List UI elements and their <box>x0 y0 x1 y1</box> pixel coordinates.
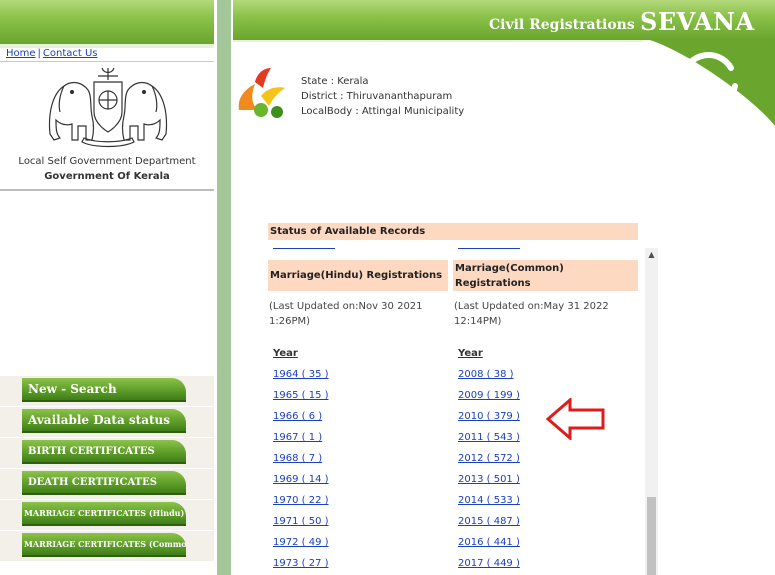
menu-item: BIRTH CERTIFICATES <box>0 438 214 469</box>
common-last-updated: (Last Updated on:May 31 2022 12:14PM) <box>453 299 638 329</box>
government-name: Government Of Kerala <box>44 171 170 182</box>
last-updated-text: (Last Updated on:Nov 30 2021 <box>269 301 423 312</box>
state-label: State : Kerala <box>301 76 369 87</box>
year-link[interactable]: 1965 ( 15 ) <box>273 390 448 411</box>
year-link[interactable]: 2015 ( 487 ) <box>458 516 638 537</box>
section-title: Civil Registrations <box>489 17 635 33</box>
year-link[interactable]: 1964 ( 35 ) <box>273 369 448 390</box>
common-title-line: Marriage(Common) <box>455 262 564 274</box>
menu-item: New - Search <box>0 376 214 407</box>
divider-line <box>0 61 214 62</box>
common-title-line: Registrations <box>455 277 531 289</box>
divider-line <box>0 189 214 191</box>
year-link[interactable]: 1970 ( 22 ) <box>273 495 448 516</box>
common-column-title: Marriage(Common) Registrations <box>453 260 638 291</box>
link-separator: | <box>37 48 41 59</box>
records-scrollbar[interactable]: ▲ <box>645 248 658 575</box>
year-link[interactable]: 2016 ( 441 ) <box>458 537 638 558</box>
marriage-certificates-common-button[interactable]: MARRIAGE CERTIFICATES (Common) <box>22 533 186 557</box>
status-of-available-records-header: Status of Available Records <box>268 223 638 240</box>
year-link[interactable]: 1967 ( 1 ) <box>273 432 448 453</box>
top-links: Home | Contact Us <box>6 48 98 59</box>
header-strip <box>233 40 643 42</box>
scrolled-link[interactable] <box>458 240 520 249</box>
scrollbar-thumb[interactable] <box>647 497 656 575</box>
side-menu: New - Search Available Data status BIRTH… <box>0 376 214 562</box>
year-link[interactable]: 1966 ( 6 ) <box>273 411 448 432</box>
contact-us-link[interactable]: Contact Us <box>43 48 98 59</box>
year-link[interactable]: 1969 ( 14 ) <box>273 474 448 495</box>
hindu-last-updated: (Last Updated on:Nov 30 2021 1:26PM) <box>268 299 448 329</box>
left-arrow-icon <box>546 398 605 440</box>
year-link[interactable]: 2014 ( 533 ) <box>458 495 638 516</box>
available-data-status-button[interactable]: Available Data status <box>22 409 186 433</box>
new-search-button[interactable]: New - Search <box>22 378 186 402</box>
year-link[interactable]: 2012 ( 572 ) <box>458 453 638 474</box>
death-certificates-button[interactable]: DEATH CERTIFICATES <box>22 471 186 495</box>
left-header-bar <box>0 0 214 44</box>
scrolled-link[interactable] <box>273 240 335 249</box>
year-link[interactable]: 1973 ( 27 ) <box>273 558 448 575</box>
last-updated-time: 12:14PM) <box>454 316 502 327</box>
hindu-column-title: Marriage(Hindu) Registrations <box>268 260 448 291</box>
menu-item: MARRIAGE CERTIFICATES (Hindu) <box>0 500 214 531</box>
year-column-header: Year <box>458 348 483 359</box>
lsgd-logo-icon <box>238 68 285 118</box>
district-label: District : Thiruvananthapuram <box>301 91 453 102</box>
year-column-header: Year <box>273 348 298 359</box>
local-body-label: LocalBody : Attingal Municipality <box>301 106 465 117</box>
year-link[interactable]: 1968 ( 7 ) <box>273 453 448 474</box>
menu-item: Available Data status <box>0 407 214 438</box>
last-updated-text: (Last Updated on:May 31 2022 <box>454 301 609 312</box>
sevana-brand: SEVANA <box>640 7 755 36</box>
last-updated-time: 1:26PM) <box>269 316 311 327</box>
vertical-divider <box>217 0 231 575</box>
menu-item: DEATH CERTIFICATES <box>0 469 214 500</box>
page: Home | Contact Us Local Self Government … <box>0 0 775 575</box>
sevana-logo-icon <box>643 38 775 126</box>
left-panel: Home | Contact Us Local Self Government … <box>0 0 214 575</box>
menu-item: MARRIAGE CERTIFICATES (Common) <box>0 531 214 562</box>
year-link[interactable]: 1971 ( 50 ) <box>273 516 448 537</box>
year-link[interactable]: 1972 ( 49 ) <box>273 537 448 558</box>
birth-certificates-button[interactable]: BIRTH CERTIFICATES <box>22 440 186 464</box>
location-info: State : Kerala District : Thiruvananthap… <box>301 74 464 119</box>
hindu-marriage-column: Marriage(Hindu) Registrations (Last Upda… <box>268 240 448 575</box>
year-link[interactable]: 2013 ( 501 ) <box>458 474 638 495</box>
home-link[interactable]: Home <box>6 48 36 59</box>
year-link[interactable]: 2008 ( 38 ) <box>458 369 638 390</box>
hindu-year-list: 1964 ( 35 ) 1965 ( 15 ) 1966 ( 6 ) 1967 … <box>273 369 448 575</box>
year-link[interactable]: 2017 ( 449 ) <box>458 558 638 575</box>
marriage-certificates-hindu-button[interactable]: MARRIAGE CERTIFICATES (Hindu) <box>22 502 186 526</box>
kerala-emblem-icon <box>48 67 168 148</box>
scroll-up-arrow-icon[interactable]: ▲ <box>645 250 658 262</box>
department-name: Local Self Government Department <box>18 156 196 167</box>
